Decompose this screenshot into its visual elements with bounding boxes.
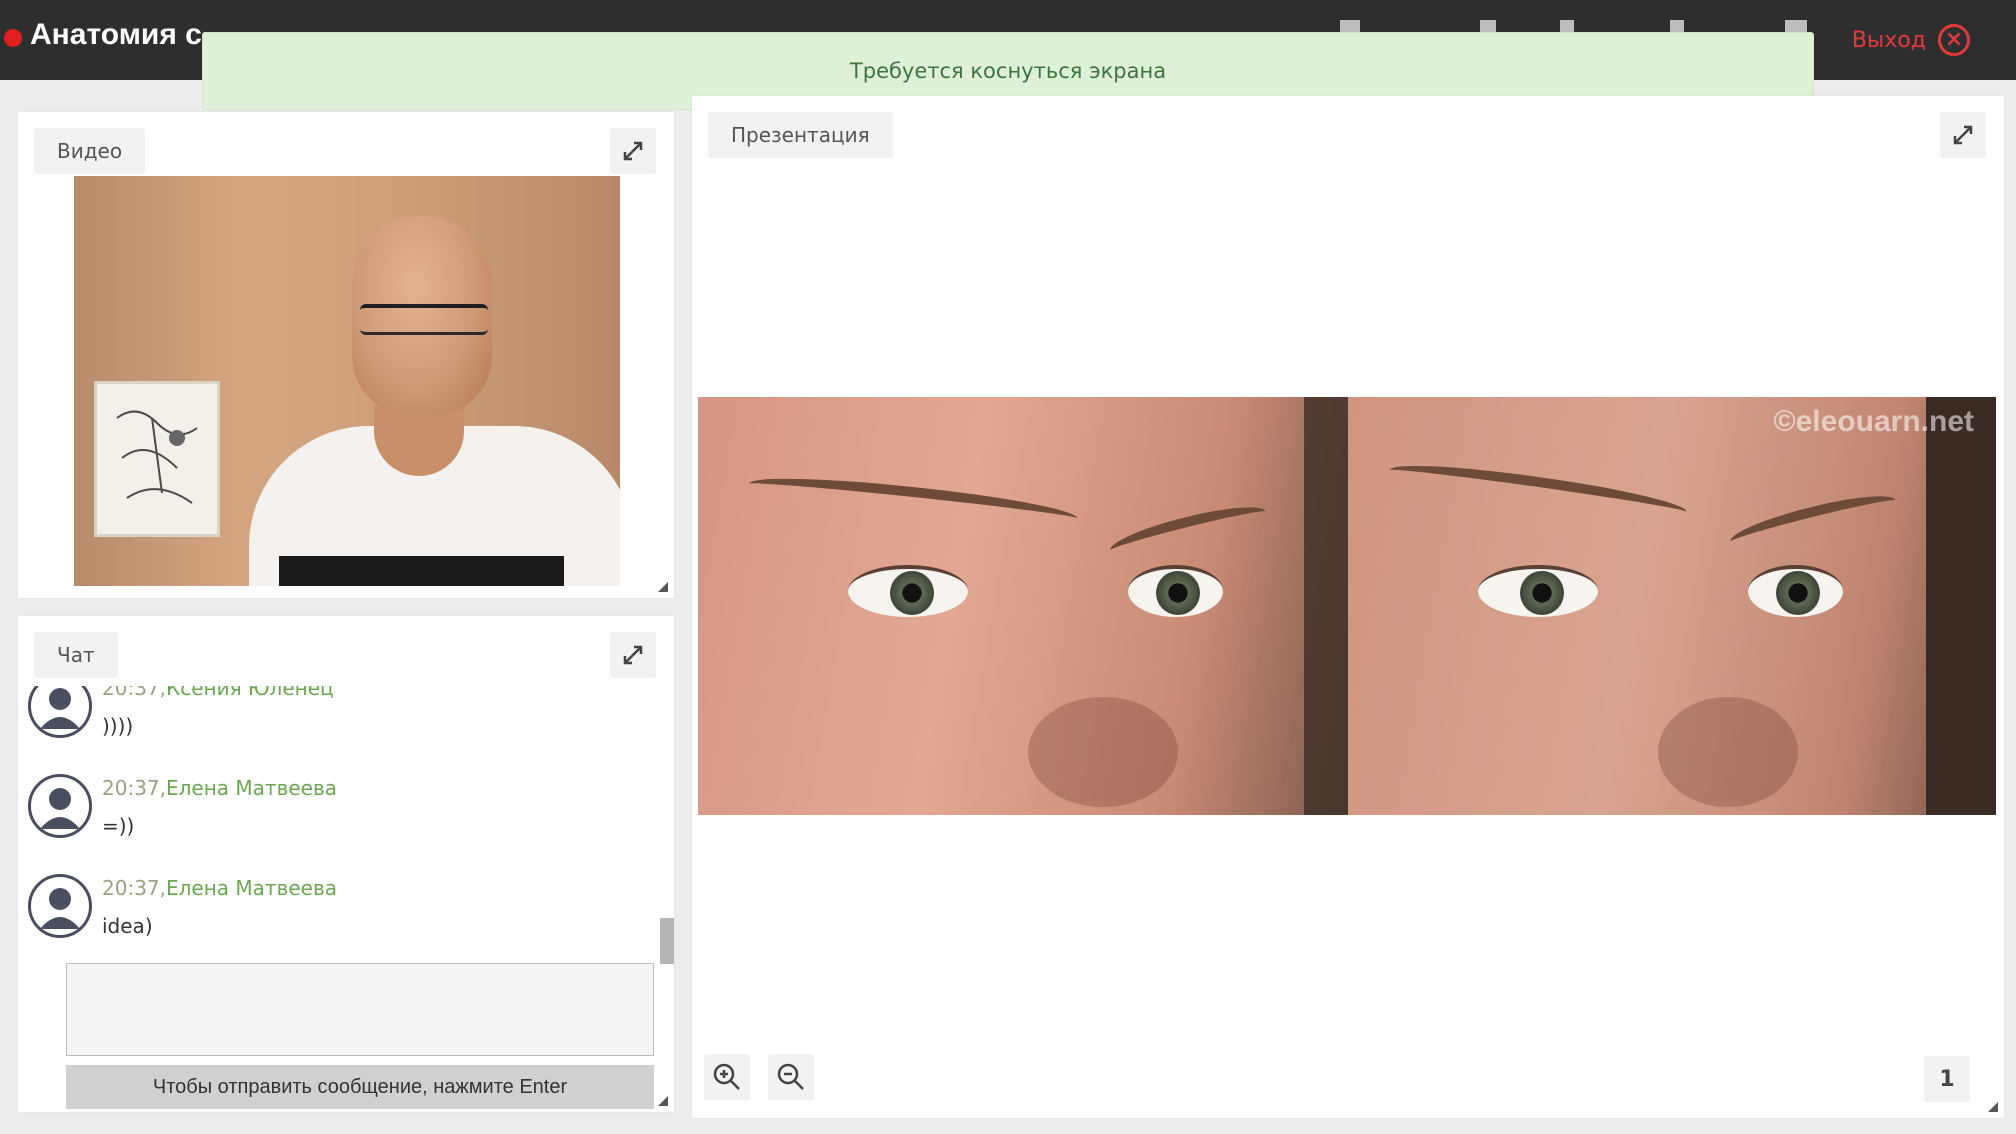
user-avatar-icon — [28, 874, 92, 938]
chat-message-list[interactable]: 20:37,Ксения Юленец )))) 20:37,Елена Мат… — [18, 686, 678, 944]
slide-page-number[interactable]: 1 — [1924, 1056, 1970, 1102]
course-title: Анатомия с — [30, 18, 202, 51]
presentation-expand-button[interactable] — [1940, 112, 1986, 158]
chat-message-input[interactable] — [66, 963, 654, 1056]
eyebrow — [1727, 486, 1899, 556]
resize-grip-icon[interactable] — [1988, 1102, 1998, 1112]
message-meta: 20:37,Елена Матвеева — [102, 776, 337, 800]
close-circle-icon: × — [1938, 24, 1970, 56]
shirt-print — [279, 556, 564, 586]
expand-icon — [1953, 125, 1973, 145]
send-hint-label: Чтобы отправить сообщение, нажмите Enter — [152, 1075, 568, 1098]
eyebrow — [1387, 456, 1689, 526]
chat-tab[interactable]: Чат — [34, 632, 118, 678]
eye — [848, 565, 968, 617]
page-number-label: 1 — [1939, 1066, 1955, 1092]
presentation-panel: Презентация ©eleouarn.net 1 — [692, 96, 2004, 1118]
nose-shadow — [1658, 697, 1798, 807]
chat-scrollbar[interactable] — [660, 918, 674, 964]
expand-icon — [623, 645, 643, 665]
chat-panel: Чат 20:37,Ксения Юленец )))) 20:37,Елена… — [18, 616, 674, 1112]
alert-text: Требуется коснуться экрана — [849, 59, 1167, 83]
chat-message: 20:37,Елена Матвеева idea) — [24, 874, 664, 944]
message-text: )))) — [102, 714, 134, 738]
chat-message: 20:37,Елена Матвеева =)) — [24, 774, 664, 864]
video-expand-button[interactable] — [610, 128, 656, 174]
slide-divider — [1304, 397, 1348, 815]
eye — [1128, 565, 1223, 617]
live-indicator-icon — [4, 29, 22, 47]
slide-dark-edge — [1926, 397, 1996, 815]
video-tab[interactable]: Видео — [34, 128, 146, 174]
zoom-in-icon — [713, 1063, 740, 1090]
message-time: 20:37, — [102, 776, 166, 800]
presentation-slide[interactable]: ©eleouarn.net — [698, 397, 1996, 815]
message-text: idea) — [102, 914, 153, 938]
message-author: Елена Матвеева — [166, 876, 338, 900]
slide-face-young — [698, 397, 1348, 815]
video-tab-label: Видео — [57, 139, 123, 163]
zoom-in-button[interactable] — [704, 1054, 750, 1100]
nose-shadow — [1028, 697, 1178, 807]
chat-message: 20:37,Ксения Юленец )))) — [24, 686, 664, 764]
video-stream[interactable] — [74, 176, 620, 586]
user-avatar-icon — [28, 686, 92, 738]
chat-expand-button[interactable] — [610, 632, 656, 678]
message-text: =)) — [102, 814, 135, 838]
eyebrow — [1106, 498, 1270, 564]
message-author: Ксения Юленец — [166, 686, 334, 700]
presentation-tab-label: Презентация — [731, 123, 870, 147]
presentation-tab[interactable]: Презентация — [708, 112, 893, 158]
message-time: 20:37, — [102, 876, 166, 900]
slide-watermark: ©eleouarn.net — [1773, 405, 1974, 438]
presenter-glasses — [360, 304, 488, 335]
video-panel: Видео — [18, 112, 674, 598]
exit-button[interactable]: Выход × — [1852, 20, 1970, 60]
message-time: 20:37, — [102, 686, 166, 700]
resize-grip-icon[interactable] — [658, 1096, 668, 1106]
zoom-out-icon — [777, 1063, 804, 1090]
send-hint-button[interactable]: Чтобы отправить сообщение, нажмите Enter — [66, 1065, 654, 1109]
message-author: Елена Матвеева — [166, 776, 338, 800]
wall-picture — [94, 381, 220, 537]
user-avatar-icon — [28, 774, 92, 838]
resize-grip-icon[interactable] — [658, 582, 668, 592]
exit-label: Выход — [1851, 27, 1926, 53]
message-meta: 20:37,Елена Матвеева — [102, 876, 337, 900]
slide-face-aged: ©eleouarn.net — [1348, 397, 1996, 815]
zoom-out-button[interactable] — [768, 1054, 814, 1100]
eyebrow — [747, 469, 1079, 533]
eye — [1478, 565, 1598, 617]
eye — [1748, 565, 1843, 617]
expand-icon — [623, 141, 643, 161]
message-meta: 20:37,Ксения Юленец — [102, 686, 334, 700]
chat-tab-label: Чат — [57, 643, 95, 667]
